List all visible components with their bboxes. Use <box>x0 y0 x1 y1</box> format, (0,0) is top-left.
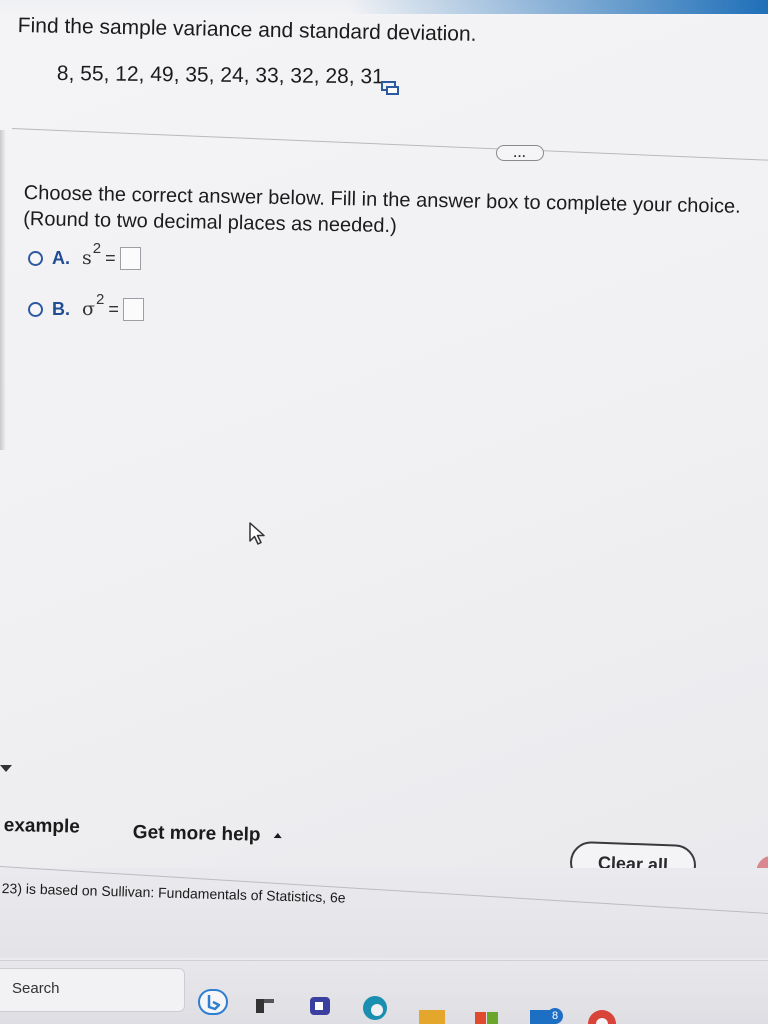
get-more-help-label: Get more help <box>132 822 261 846</box>
collapse-arrow-icon[interactable] <box>0 765 12 772</box>
sample-variance-symbol: s <box>82 247 92 269</box>
choice-b-equals: = <box>108 298 119 319</box>
footer-band <box>0 868 768 958</box>
choice-a-radio[interactable] <box>28 250 43 266</box>
section-divider <box>11 128 768 161</box>
choice-a-letter: A. <box>52 247 70 268</box>
window-top-bar <box>0 0 768 16</box>
question-title: Find the sample variance and standard de… <box>17 14 477 46</box>
left-panel-edge <box>0 130 6 450</box>
mail-badge-count: 8 <box>547 1008 563 1024</box>
mouse-cursor-icon <box>249 522 265 545</box>
choice-b-exponent: 2 <box>95 290 105 308</box>
file-explorer-icon[interactable] <box>254 996 276 1016</box>
choice-b[interactable]: B. σ 2 = <box>28 290 144 325</box>
instructions: Choose the correct answer below. Fill in… <box>23 180 744 246</box>
screen: Find the sample variance and standard de… <box>0 0 768 1024</box>
view-example-link[interactable]: example <box>4 815 80 839</box>
get-more-help-link[interactable]: Get more help <box>133 822 282 847</box>
choice-b-radio[interactable] <box>28 301 43 317</box>
teams-icon[interactable] <box>308 994 334 1018</box>
copy-data-icon[interactable] <box>380 80 400 96</box>
data-values: 8, 55, 12, 49, 35, 24, 33, 32, 28, 31 <box>56 62 384 89</box>
choice-a-exponent: 2 <box>92 239 102 257</box>
more-options-button[interactable]: ... <box>496 145 544 161</box>
edge-icon[interactable] <box>360 992 390 1022</box>
caret-up-icon <box>273 833 282 839</box>
choice-a-answer-box[interactable] <box>119 246 141 270</box>
choice-a[interactable]: A. s 2 = <box>28 239 141 274</box>
view-example-label: example <box>3 815 81 838</box>
population-variance-symbol: σ <box>82 298 95 320</box>
taskbar-search-label: Search <box>12 980 60 997</box>
bing-icon[interactable] <box>198 988 228 1016</box>
folder-icon[interactable] <box>418 1008 446 1024</box>
choice-b-answer-box[interactable] <box>122 297 144 321</box>
choice-b-letter: B. <box>52 298 70 319</box>
store-icon[interactable] <box>474 1010 500 1024</box>
choice-a-equals: = <box>105 247 116 268</box>
chrome-icon[interactable] <box>582 1008 622 1024</box>
